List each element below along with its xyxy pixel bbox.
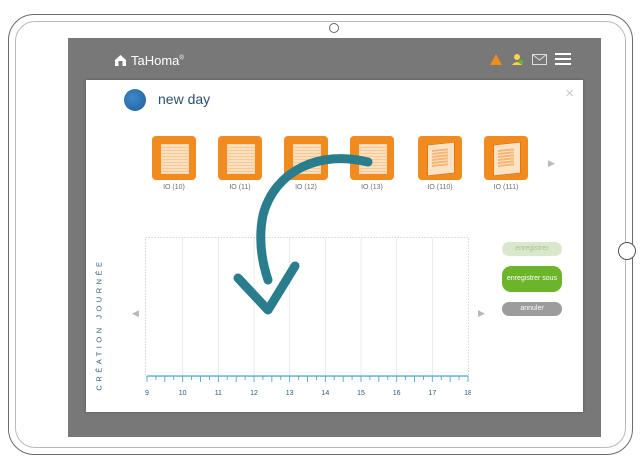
modal-title: new day (158, 91, 211, 107)
hour-label: 18 (464, 390, 471, 397)
save-as-button[interactable]: enregistrer sous (502, 266, 562, 292)
device-io-12[interactable]: IO (12) (282, 136, 330, 191)
hour-label: 12 (250, 390, 258, 397)
device-io-110[interactable]: IO (110) (416, 136, 464, 191)
camera-icon (329, 23, 339, 33)
shutter-icon (218, 136, 262, 180)
menu-icon[interactable] (555, 53, 571, 65)
warning-icon[interactable] (490, 53, 502, 65)
logo-text: TaHoma® (131, 53, 184, 68)
device-label: IO (13) (361, 184, 383, 191)
day-timeline[interactable]: 9 10 11 12 13 14 15 16 17 18 (144, 236, 471, 406)
timeline-prev-arrow-icon[interactable]: ◀ (132, 308, 139, 319)
header-icons (490, 53, 571, 65)
hour-label: 9 (145, 390, 149, 397)
window-icon (484, 136, 528, 180)
scenario-icon (124, 89, 146, 111)
close-icon[interactable]: × (565, 85, 574, 102)
device-label: IO (12) (295, 184, 317, 191)
timeline-next-arrow-icon[interactable]: ▶ (478, 308, 485, 319)
hour-label: 16 (393, 390, 401, 397)
logo: TaHoma® (114, 53, 184, 68)
device-io-11[interactable]: IO (11) (216, 136, 264, 191)
user-icon[interactable] (510, 53, 524, 65)
hour-label: 10 (179, 390, 187, 397)
device-io-111[interactable]: IO (111) (482, 136, 530, 191)
cancel-button[interactable]: annuler (502, 302, 562, 316)
hour-label: 15 (357, 390, 365, 397)
timeline-area (145, 237, 469, 377)
hour-label: 11 (215, 390, 222, 397)
hour-label: 14 (321, 390, 329, 397)
app-header: TaHoma® (68, 38, 601, 86)
device-label: IO (110) (427, 184, 453, 191)
home-logo-icon (115, 55, 126, 66)
window-icon (418, 136, 462, 180)
mail-icon[interactable] (532, 53, 547, 65)
hour-label: 13 (286, 390, 294, 397)
hour-label: 17 (428, 390, 436, 397)
shutter-icon (350, 136, 394, 180)
device-io-10[interactable]: IO (10) (150, 136, 198, 191)
day-editor-modal: × new day IO (10) IO (11) IO (12) IO (13… (86, 80, 583, 412)
devices-next-arrow-icon[interactable]: ▶ (548, 158, 555, 169)
shutter-icon (284, 136, 328, 180)
device-label: IO (111) (493, 184, 519, 191)
shutter-icon (152, 136, 196, 180)
device-label: IO (11) (229, 184, 251, 191)
device-label: IO (10) (163, 184, 185, 191)
device-io-13[interactable]: IO (13) (348, 136, 396, 191)
home-button[interactable] (618, 242, 636, 260)
save-button[interactable]: enregistrer (502, 242, 562, 256)
creation-title: CRÉATION JOURNÉE (94, 258, 104, 391)
